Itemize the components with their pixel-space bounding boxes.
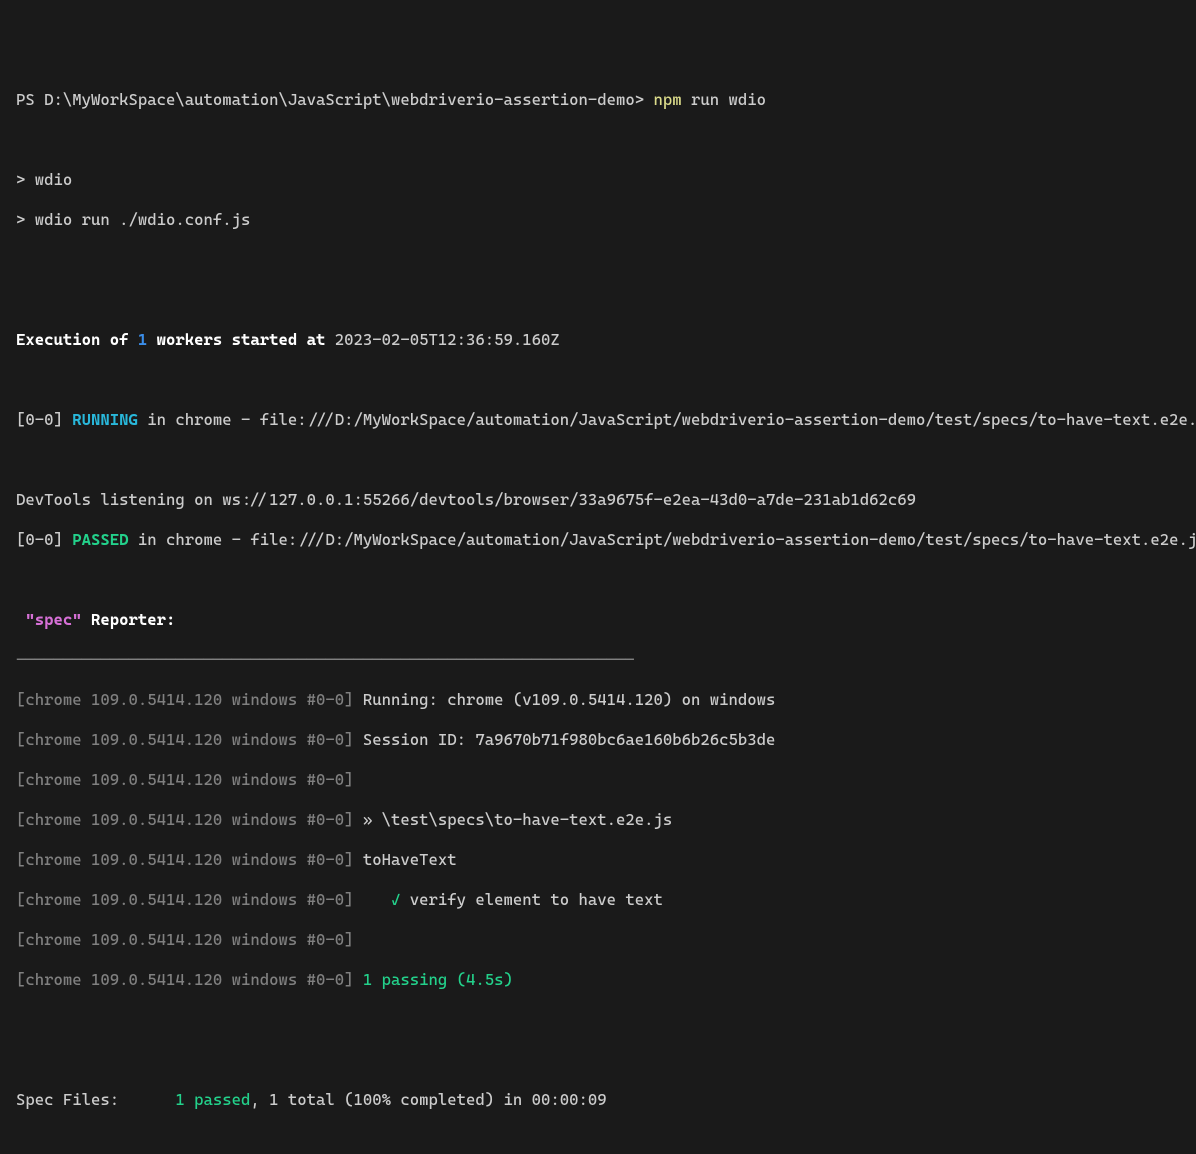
report-row: [chrome 109.0.5414.120 windows #0-0] » \… [16, 810, 1180, 830]
exec-label-1: Execution of [16, 330, 138, 349]
cwd-path: D:\MyWorkSpace\automation\JavaScript\web… [44, 90, 653, 109]
row-prefix: [chrome 109.0.5414.120 windows #0-0] [16, 890, 391, 909]
running-detail: in chrome - file:///D:/MyWorkSpace/autom… [138, 410, 1196, 429]
check-icon: ✓ [391, 890, 400, 909]
blank-line [16, 250, 1180, 270]
cmd-args: run wdio [691, 90, 766, 109]
worker-id: [0-0] [16, 530, 72, 549]
test-pass-row: [chrome 109.0.5414.120 windows #0-0] ✓ v… [16, 890, 1180, 910]
test-description: verify element to have text [400, 890, 663, 909]
blank-line [16, 1050, 1180, 1070]
reporter-spec: "spec" [16, 610, 82, 629]
separator-dashes: ----------------------------------------… [16, 650, 1180, 670]
passing-count: 1 passing (4.5s) [363, 970, 513, 989]
report-row: [chrome 109.0.5414.120 windows #0-0] toH… [16, 850, 1180, 870]
npm-script-line-2: > wdio run ./wdio.conf.js [16, 210, 1180, 230]
blank-line [16, 370, 1180, 390]
row-prefix: [chrome 109.0.5414.120 windows #0-0] [16, 690, 363, 709]
worker-id: [0-0] [16, 410, 72, 429]
spec-files-summary: Spec Files: 1 passed, 1 total (100% comp… [16, 1090, 1180, 1110]
report-row: [chrome 109.0.5414.120 windows #0-0] Ses… [16, 730, 1180, 750]
row-text: » \test\specs\to-have-text.e2e.js [363, 810, 672, 829]
passed-detail: in chrome - file:///D:/MyWorkSpace/autom… [129, 530, 1196, 549]
devtools-line: DevTools listening on ws://127.0.0.1:552… [16, 490, 1180, 510]
passed-line: [0-0] PASSED in chrome - file:///D:/MyWo… [16, 530, 1180, 550]
row-text: toHaveText [363, 850, 457, 869]
ps-prefix: PS [16, 90, 44, 109]
npm-script-line-1: > wdio [16, 170, 1180, 190]
row-prefix: [chrome 109.0.5414.120 windows #0-0] [16, 810, 363, 829]
passing-summary-row: [chrome 109.0.5414.120 windows #0-0] 1 p… [16, 970, 1180, 990]
row-prefix: [chrome 109.0.5414.120 windows #0-0] [16, 930, 354, 949]
blank-line [16, 1130, 1180, 1150]
exec-timestamp: 2023-02-05T12:36:59.160Z [325, 330, 559, 349]
status-running: RUNNING [72, 410, 138, 429]
summary-rest: , 1 total (100% completed) in 00:00:09 [250, 1090, 606, 1109]
reporter-header: "spec" Reporter: [16, 610, 1180, 630]
row-prefix: [chrome 109.0.5414.120 windows #0-0] [16, 970, 363, 989]
report-row: [chrome 109.0.5414.120 windows #0-0] [16, 770, 1180, 790]
status-passed: PASSED [72, 530, 128, 549]
exec-worker-count: 1 [138, 330, 147, 349]
blank-line [16, 290, 1180, 310]
exec-label-2: workers started at [147, 330, 325, 349]
blank-line [16, 130, 1180, 150]
blank-line [16, 570, 1180, 590]
cmd-npm: npm [654, 90, 692, 109]
running-line: [0-0] RUNNING in chrome - file:///D:/MyW… [16, 410, 1180, 430]
report-row: [chrome 109.0.5414.120 windows #0-0] [16, 930, 1180, 950]
row-prefix: [chrome 109.0.5414.120 windows #0-0] [16, 850, 363, 869]
summary-label: Spec Files: [16, 1090, 175, 1109]
row-text: Running: chrome (v109.0.5414.120) on win… [363, 690, 776, 709]
blank-line [16, 450, 1180, 470]
report-row: [chrome 109.0.5414.120 windows #0-0] Run… [16, 690, 1180, 710]
execution-header: Execution of 1 workers started at 2023-0… [16, 330, 1180, 350]
prompt-line-1[interactable]: PS D:\MyWorkSpace\automation\JavaScript\… [16, 90, 1180, 110]
row-text: Session ID: 7a9670b71f980bc6ae160b6b26c5… [363, 730, 776, 749]
blank-line [16, 1010, 1180, 1030]
row-prefix: [chrome 109.0.5414.120 windows #0-0] [16, 770, 354, 789]
summary-passed: 1 passed [175, 1090, 250, 1109]
row-prefix: [chrome 109.0.5414.120 windows #0-0] [16, 730, 363, 749]
reporter-label: Reporter: [82, 610, 176, 629]
